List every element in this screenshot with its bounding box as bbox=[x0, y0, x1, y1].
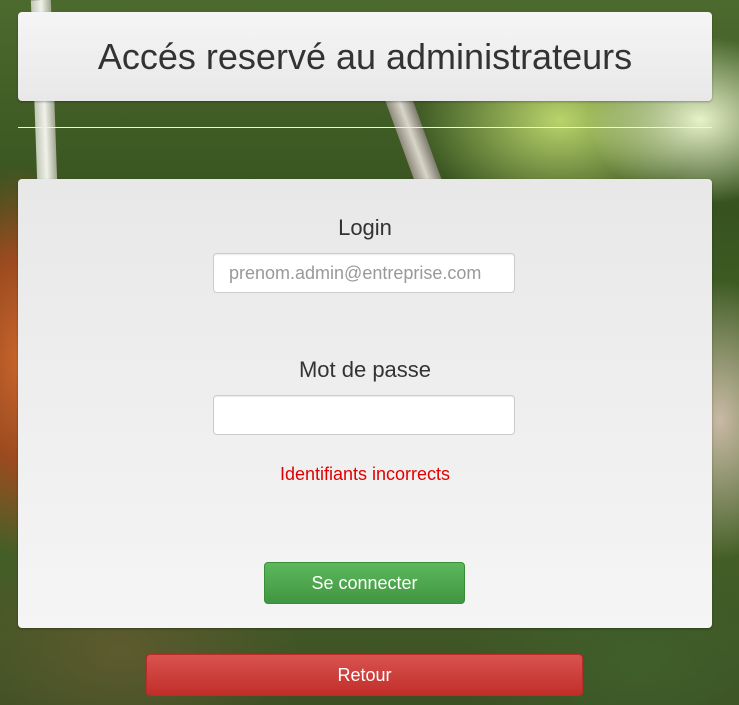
login-label: Login bbox=[338, 215, 392, 240]
error-message: Identifiants incorrects bbox=[279, 464, 451, 484]
login-input[interactable] bbox=[213, 253, 515, 293]
connect-button[interactable]: Se connecter bbox=[264, 562, 465, 604]
login-form-panel: Login Mot de passe Identifiants incorrec… bbox=[18, 179, 712, 628]
page-title: Accés reservé au administrateurs bbox=[97, 35, 633, 77]
divider bbox=[18, 127, 712, 128]
password-label: Mot de passe bbox=[298, 357, 432, 382]
title-panel: Accés reservé au administrateurs bbox=[18, 12, 712, 101]
password-input[interactable] bbox=[213, 395, 515, 435]
back-button[interactable]: Retour bbox=[146, 654, 583, 696]
